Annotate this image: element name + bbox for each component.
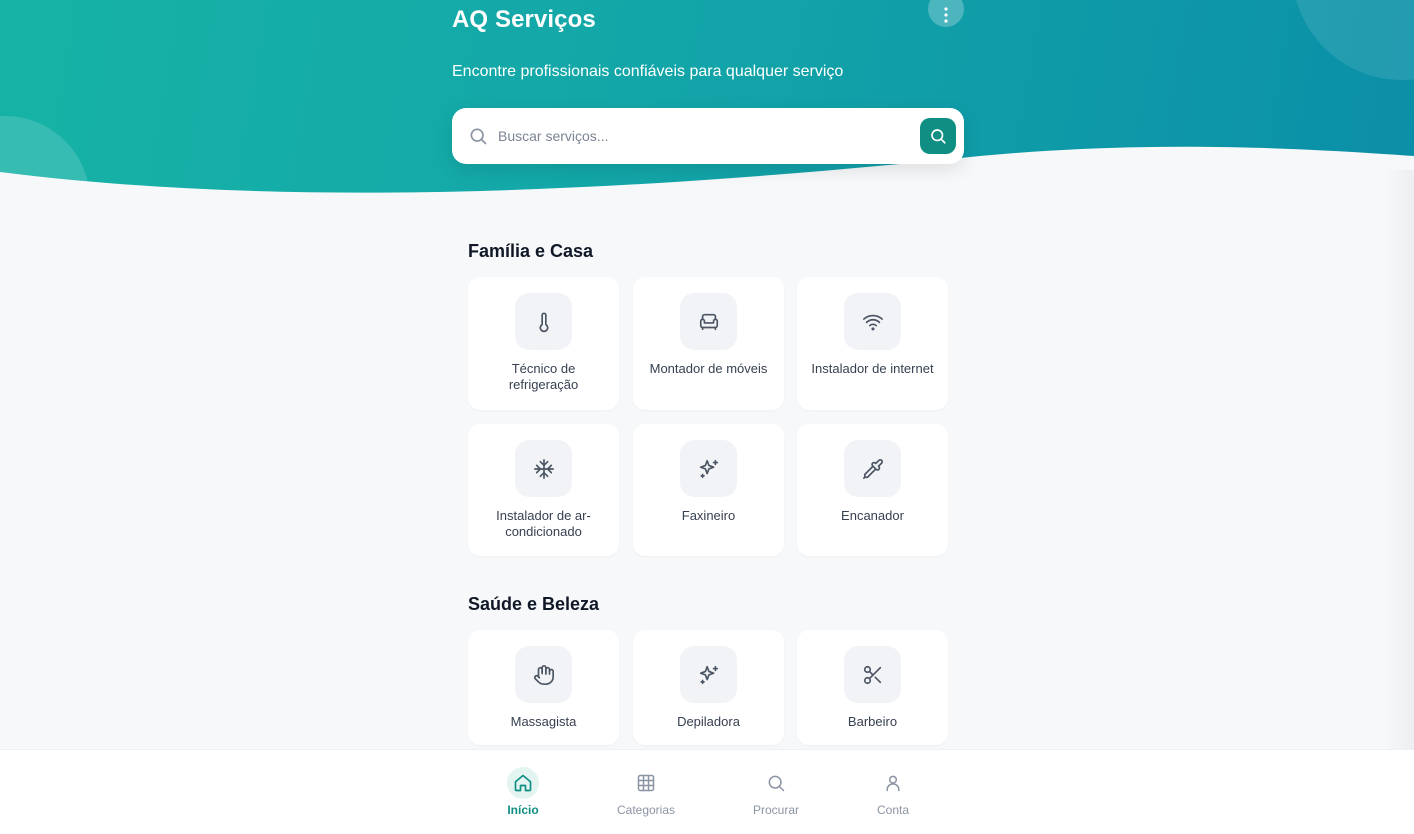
service-card-encanador[interactable]: Encanador (797, 424, 948, 556)
nav-item-categorias[interactable]: Categorias (591, 750, 701, 834)
armchair-icon (699, 313, 718, 330)
header-subtitle: Encontre profissionais confiáveis para q… (452, 63, 844, 80)
nav-label: Conta (876, 803, 910, 817)
service-card-massagista[interactable]: Massagista (468, 630, 619, 745)
more-options-button[interactable] (928, 0, 964, 27)
scissors-icon (863, 665, 881, 684)
nav-item-procurar[interactable]: Procurar (721, 750, 831, 834)
search-icon (931, 129, 946, 144)
service-label: Depiladora (677, 714, 740, 729)
service-card-tecnico-refrigeracao[interactable]: Técnico de refrigeração (468, 277, 619, 410)
search-bar (452, 108, 964, 164)
grid-icon (637, 774, 655, 792)
section-title-saude-beleza: Saúde e Beleza (468, 594, 600, 614)
bottom-navigation: Início Categorias Procurar Conta (0, 749, 1414, 834)
search-icon (768, 775, 785, 792)
thermometer-icon (539, 311, 548, 332)
section-title-familia-casa: Família e Casa (468, 241, 594, 261)
service-label: Encanador (841, 508, 904, 523)
home-icon (514, 774, 532, 792)
service-card-depiladora[interactable]: Depiladora (633, 630, 784, 745)
decorative-circle (1292, 0, 1414, 80)
service-label: Montador de móveis (649, 361, 768, 376)
service-label: Massagista (510, 714, 577, 729)
user-icon (886, 775, 900, 792)
app-title: AQ Serviços (452, 6, 596, 33)
scroll-shadow (1384, 170, 1414, 834)
service-label: Barbeiro (847, 714, 898, 729)
search-submit-button[interactable] (920, 118, 956, 154)
service-label: Instalador de internet (811, 361, 934, 376)
service-card-instalador-internet[interactable]: Instalador de internet (797, 277, 948, 410)
wifi-icon (862, 314, 883, 330)
service-label: Instalador de ar-condicionado (496, 508, 591, 539)
service-card-faxineiro[interactable]: Faxineiro (633, 424, 784, 556)
hand-icon (533, 664, 554, 685)
service-label: Faxineiro (681, 508, 736, 523)
sparkles-icon (699, 459, 718, 478)
snowflake-icon (533, 458, 554, 479)
pipette-icon (862, 458, 883, 479)
search-icon (470, 128, 487, 145)
nav-label: Início (507, 803, 539, 817)
hero-header: AQ Serviços Encontre profissionais confi… (0, 0, 1414, 200)
nav-label: Procurar (752, 803, 799, 817)
nav-label: Categorias (616, 803, 676, 817)
service-card-barbeiro[interactable]: Barbeiro (797, 630, 948, 745)
search-input[interactable] (498, 118, 908, 154)
service-card-instalador-ar-condicionado[interactable]: Instalador de ar-condicionado (468, 424, 619, 556)
nav-item-inicio[interactable]: Início (468, 750, 578, 834)
more-vertical-icon (944, 7, 948, 23)
service-label: Técnico de refrigeração (508, 361, 579, 392)
sparkles-icon (699, 665, 718, 684)
service-card-montador-moveis[interactable]: Montador de móveis (633, 277, 784, 410)
nav-item-conta[interactable]: Conta (838, 750, 948, 834)
